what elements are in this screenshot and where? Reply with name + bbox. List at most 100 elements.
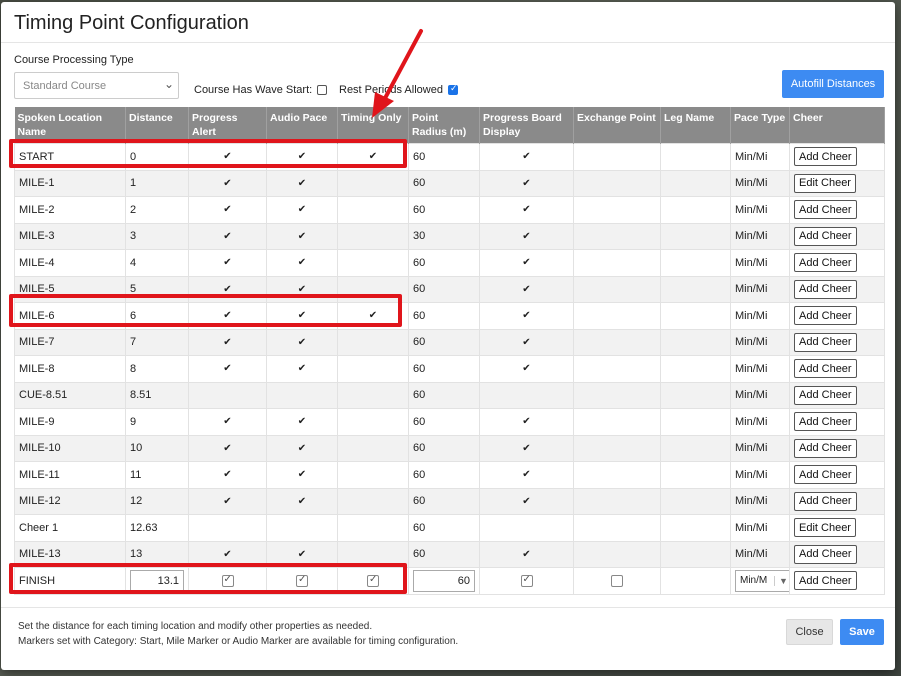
progress-board-cell[interactable]: ✔	[479, 222, 574, 250]
exchange-point-cell[interactable]	[573, 143, 661, 171]
progress-board-cell[interactable]: ✔	[479, 196, 574, 224]
exchange-point-cell[interactable]	[573, 302, 661, 330]
pace-type-cell[interactable]: Min/Mi	[730, 408, 790, 436]
distance-cell[interactable]: 12	[125, 487, 189, 515]
progress-alert-cell[interactable]: ✔	[188, 487, 267, 515]
audio-pace-cell[interactable]: ✔	[266, 328, 338, 356]
exchange-point-cell[interactable]	[573, 514, 661, 542]
progress-alert-cell[interactable]: ✔	[188, 196, 267, 224]
progress-board-cell[interactable]: ✔	[479, 355, 574, 383]
progress-board-cell[interactable]: ✔	[479, 169, 574, 197]
point-radius-cell[interactable]: 60	[408, 196, 480, 224]
leg-name-cell[interactable]	[660, 567, 731, 595]
progress-board-cell[interactable]: ✔	[479, 461, 574, 489]
progress-alert-cell[interactable]: ✔	[188, 355, 267, 383]
point-radius-cell[interactable]: 60	[408, 169, 480, 197]
progress-alert-cell[interactable]: ✔	[188, 461, 267, 489]
point-radius-cell[interactable]: 60	[408, 302, 480, 330]
cheer-button[interactable]: Add Cheer	[794, 438, 857, 458]
progress-board-cell[interactable]: ✔	[479, 143, 574, 171]
pace-type-cell[interactable]: Min/Mi	[730, 196, 790, 224]
timing-only-cell[interactable]	[337, 196, 409, 224]
progress-board-cell[interactable]: ✔	[479, 328, 574, 356]
point-radius-cell[interactable]: 60	[408, 381, 480, 409]
pace-type-cell[interactable]: Min/Mi	[730, 275, 790, 303]
distance-cell[interactable]: 9	[125, 408, 189, 436]
cheer-button[interactable]: Add Cheer	[794, 306, 857, 326]
leg-name-cell[interactable]	[660, 328, 731, 356]
leg-name-cell[interactable]	[660, 169, 731, 197]
progress-board-cell[interactable]: ✔	[479, 249, 574, 277]
audio-pace-cell[interactable]: ✔	[266, 487, 338, 515]
leg-name-cell[interactable]	[660, 487, 731, 515]
cheer-button[interactable]: Add Cheer	[794, 200, 857, 220]
audio-pace-cell[interactable]: ✔	[266, 169, 338, 197]
progress-alert-cell[interactable]: ✔	[188, 169, 267, 197]
progress-board-cell[interactable]: ✔	[479, 540, 574, 568]
pace-type-cell[interactable]: Min/Mi	[730, 302, 790, 330]
cheer-button[interactable]: Edit Cheer	[794, 173, 856, 193]
cheer-button[interactable]: Add Cheer	[794, 226, 857, 246]
audio-pace-cell[interactable]: ✔	[266, 222, 338, 250]
audio-pace-cell[interactable]: ✔	[266, 249, 338, 277]
exchange-point-cell[interactable]	[573, 487, 661, 515]
cheer-button[interactable]: Add Cheer	[794, 253, 857, 273]
point-radius-cell[interactable]: 60	[408, 461, 480, 489]
timing-only-cell[interactable]	[337, 249, 409, 277]
pace-type-cell[interactable]: Min/Mi	[730, 514, 790, 542]
exchange-point-cell[interactable]	[573, 222, 661, 250]
timing-only-cell[interactable]	[337, 222, 409, 250]
timing-only-cell[interactable]	[337, 328, 409, 356]
leg-name-cell[interactable]	[660, 275, 731, 303]
progress-alert-cell[interactable]: ✔	[188, 222, 267, 250]
point-radius-cell[interactable]: 60	[408, 408, 480, 436]
pace-type-cell[interactable]: Min/Mi	[730, 328, 790, 356]
leg-name-cell[interactable]	[660, 302, 731, 330]
distance-cell[interactable]: 7	[125, 328, 189, 356]
timing-only-cell[interactable]	[337, 461, 409, 489]
exchange-point-cell[interactable]	[573, 249, 661, 277]
distance-cell[interactable]: 8.51	[125, 381, 189, 409]
progress-board-cell[interactable]: ✔	[479, 275, 574, 303]
course-processing-select[interactable]: Standard Course ⌄	[14, 72, 179, 99]
timing-only-cell[interactable]	[337, 169, 409, 197]
leg-name-cell[interactable]	[660, 196, 731, 224]
pace-type-cell[interactable]: Min/Mi	[730, 169, 790, 197]
cheer-button[interactable]: Add Cheer	[794, 491, 857, 511]
leg-name-cell[interactable]	[660, 222, 731, 250]
cheer-button[interactable]: Add Cheer	[794, 359, 857, 379]
leg-name-cell[interactable]	[660, 143, 731, 171]
progress-alert-cell[interactable]: ✔	[188, 434, 267, 462]
cheer-button[interactable]: Add Cheer	[794, 544, 857, 564]
pace-type-cell[interactable]: Min/Mi	[730, 143, 790, 171]
exchange-point-cell[interactable]	[573, 275, 661, 303]
wave-start-checkbox[interactable]	[317, 85, 328, 95]
point-radius-cell[interactable]: 30	[408, 222, 480, 250]
exchange-point-cell[interactable]	[573, 196, 661, 224]
exchange-point-checkbox[interactable]	[611, 574, 623, 587]
rest-periods-checkbox[interactable]	[447, 83, 458, 95]
progress-board-checkbox[interactable]	[520, 574, 533, 587]
distance-cell[interactable]: 1	[125, 169, 189, 197]
leg-name-cell[interactable]	[660, 514, 731, 542]
cheer-button[interactable]: Add Cheer	[794, 412, 857, 432]
leg-name-cell[interactable]	[660, 461, 731, 489]
progress-board-cell[interactable]	[479, 514, 574, 542]
pace-type-cell[interactable]: Min/Mi	[730, 222, 790, 250]
exchange-point-cell[interactable]	[573, 355, 661, 383]
distance-cell[interactable]: 3	[125, 222, 189, 250]
pace-type-cell[interactable]: Min/Mi	[730, 434, 790, 462]
autofill-distances-button[interactable]: Autofill Distances	[782, 70, 884, 98]
progress-board-cell[interactable]: ✔	[479, 302, 574, 330]
timing-only-cell[interactable]	[337, 514, 409, 542]
audio-pace-cell[interactable]	[266, 381, 338, 409]
distance-cell[interactable]: 2	[125, 196, 189, 224]
pace-type-cell[interactable]: Min/Mi	[730, 461, 790, 489]
leg-name-cell[interactable]	[660, 355, 731, 383]
point-radius-cell[interactable]: 60	[408, 540, 480, 568]
progress-board-cell[interactable]: ✔	[479, 487, 574, 515]
timing-only-cell[interactable]	[337, 487, 409, 515]
distance-cell[interactable]: 11	[125, 461, 189, 489]
leg-name-cell[interactable]	[660, 249, 731, 277]
leg-name-cell[interactable]	[660, 540, 731, 568]
